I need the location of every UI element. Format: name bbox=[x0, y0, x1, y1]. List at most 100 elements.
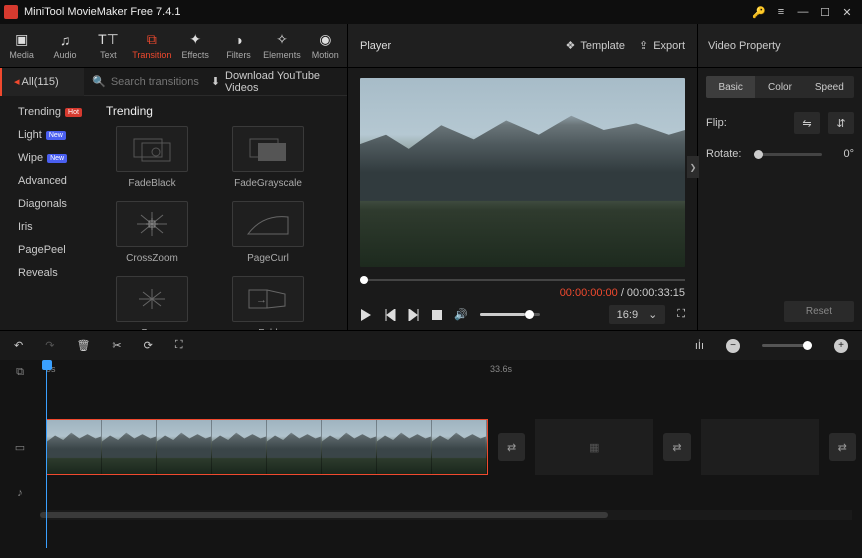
cat-light[interactable]: LightNew bbox=[18, 129, 100, 141]
tool-effects[interactable]: ✦Effects bbox=[174, 24, 217, 67]
minimize-button[interactable]: — bbox=[792, 6, 814, 18]
category-list: TrendingHot LightNew WipeNew Advanced Di… bbox=[0, 96, 100, 330]
cat-reveals[interactable]: Reveals bbox=[18, 267, 100, 279]
progress-bar[interactable] bbox=[360, 277, 685, 283]
tool-text[interactable]: T⊤Text bbox=[87, 24, 130, 67]
timeline-ruler[interactable]: 0s 33.6s bbox=[40, 360, 862, 384]
time-current: 00:00:00:00 bbox=[560, 287, 618, 299]
crop-button[interactable]: ⛶ bbox=[175, 339, 183, 352]
tool-media[interactable]: ▣Media bbox=[0, 24, 43, 67]
volume-icon[interactable]: 🔊 bbox=[454, 308, 468, 321]
zoom-in-button[interactable]: + bbox=[834, 339, 848, 353]
property-panel: Basic Color Speed Flip: ⇋ ⇵ Rotate: 0° R… bbox=[697, 68, 862, 330]
key-icon[interactable]: 🔑 bbox=[748, 6, 770, 19]
transition-slot-2[interactable]: ⇄ bbox=[663, 433, 691, 461]
cat-pagepeel[interactable]: PagePeel bbox=[18, 244, 100, 256]
tool-elements[interactable]: ✧Elements bbox=[260, 24, 303, 67]
transition-slot-3[interactable]: ⇄ bbox=[829, 433, 857, 461]
main-toolbar: ▣Media ♫Audio T⊤Text ⧉Transition ✦Effect… bbox=[0, 24, 347, 67]
cat-diagonals[interactable]: Diagonals bbox=[18, 198, 100, 210]
video-clip[interactable] bbox=[46, 419, 488, 475]
cat-advanced[interactable]: Advanced bbox=[18, 175, 100, 187]
app-title: MiniTool MovieMaker Free 7.4.1 bbox=[24, 6, 748, 18]
maximize-button[interactable]: ☐ bbox=[814, 6, 836, 19]
download-youtube-link[interactable]: ⬇Download YouTube Videos bbox=[211, 70, 347, 94]
thumb-fadegrayscale[interactable]: FadeGrayscale bbox=[222, 126, 314, 189]
grid-title: Trending bbox=[106, 104, 339, 118]
rotate-slider[interactable] bbox=[754, 153, 822, 156]
split-button[interactable]: ✂ bbox=[112, 339, 121, 352]
template-icon: ❖ bbox=[565, 39, 575, 52]
time-total: 00:00:33:15 bbox=[627, 287, 685, 299]
playhead[interactable] bbox=[46, 360, 47, 548]
timeline: ⧉ 0s 33.6s ▭ ⇄ ▦ ⇄ ⇄ ♪ bbox=[0, 360, 862, 558]
download-icon: ⬇ bbox=[211, 75, 220, 88]
tab-speed[interactable]: Speed bbox=[805, 76, 854, 98]
cat-iris[interactable]: Iris bbox=[18, 221, 100, 233]
tool-transition[interactable]: ⧉Transition bbox=[130, 24, 173, 67]
tab-all[interactable]: ◂All(115) bbox=[0, 68, 84, 96]
tool-audio[interactable]: ♫Audio bbox=[43, 24, 86, 67]
stop-button[interactable] bbox=[432, 310, 442, 320]
media-panel: ◂All(115) 🔍 ⬇Download YouTube Videos Tre… bbox=[0, 68, 347, 330]
svg-text:→: → bbox=[256, 294, 267, 306]
delete-button[interactable]: 🗑 bbox=[76, 339, 90, 352]
flip-vertical-button[interactable]: ⇵ bbox=[828, 112, 854, 134]
thumb-fold[interactable]: →Fold bbox=[222, 276, 314, 330]
close-button[interactable]: ✕ bbox=[836, 6, 858, 19]
play-button[interactable] bbox=[360, 309, 372, 321]
cat-trending[interactable]: TrendingHot bbox=[18, 106, 100, 118]
thumb-burn[interactable]: Burn bbox=[106, 276, 198, 330]
thumb-pagecurl[interactable]: PageCurl bbox=[222, 201, 314, 264]
template-button[interactable]: ❖Template bbox=[565, 39, 625, 52]
rotate-label: Rotate: bbox=[706, 148, 746, 160]
prev-frame-button[interactable] bbox=[384, 309, 396, 321]
search-wrap: 🔍 bbox=[84, 75, 211, 88]
video-track-icon[interactable]: ▭ bbox=[0, 441, 40, 454]
player-title: Player bbox=[360, 40, 551, 52]
next-frame-button[interactable] bbox=[408, 309, 420, 321]
timeline-toolbar: ↶ ↷ 🗑 ✂ ⟳ ⛶ ıİı − + bbox=[0, 330, 862, 360]
speed-button[interactable]: ⟳ bbox=[144, 339, 153, 352]
export-icon: ⇪ bbox=[639, 39, 648, 52]
snap-button[interactable]: ıİı bbox=[695, 340, 704, 352]
search-input[interactable] bbox=[111, 76, 211, 88]
flip-horizontal-button[interactable]: ⇋ bbox=[794, 112, 820, 134]
aspect-ratio-select[interactable]: 16:9⌄ bbox=[609, 305, 666, 324]
cat-wipe[interactable]: WipeNew bbox=[18, 152, 100, 164]
thumb-crosszoom[interactable]: CrossZoom bbox=[106, 201, 198, 264]
layers-icon[interactable]: ⧉ bbox=[0, 360, 40, 384]
timeline-scrollbar[interactable] bbox=[0, 510, 862, 520]
undo-button[interactable]: ↶ bbox=[14, 339, 23, 352]
rotate-value: 0° bbox=[830, 148, 854, 160]
tab-basic[interactable]: Basic bbox=[706, 76, 755, 98]
tab-color[interactable]: Color bbox=[755, 76, 804, 98]
collapse-props-button[interactable]: ❯ bbox=[687, 156, 699, 178]
transition-slot-1[interactable]: ⇄ bbox=[498, 433, 526, 461]
zoom-out-button[interactable]: − bbox=[726, 339, 740, 353]
fullscreen-button[interactable]: ⛶ bbox=[677, 308, 685, 321]
video-preview[interactable] bbox=[360, 78, 685, 267]
reset-button[interactable]: Reset bbox=[784, 301, 854, 322]
redo-button[interactable]: ↷ bbox=[45, 339, 54, 352]
thumb-fadeblack[interactable]: FadeBlack bbox=[106, 126, 198, 189]
zoom-slider[interactable] bbox=[762, 344, 812, 347]
mid-row: ◂All(115) 🔍 ⬇Download YouTube Videos Tre… bbox=[0, 68, 862, 330]
volume-slider[interactable] bbox=[480, 313, 540, 316]
export-button[interactable]: ⇪Export bbox=[639, 39, 685, 52]
thumb-grid-wrap: Trending FadeBlack FadeGrayscale CrossZo… bbox=[100, 96, 347, 330]
titlebar: MiniTool MovieMaker Free 7.4.1 🔑 ≡ — ☐ ✕ bbox=[0, 0, 862, 24]
chevron-down-icon: ⌄ bbox=[648, 308, 657, 321]
top-row: ▣Media ♫Audio T⊤Text ⧉Transition ✦Effect… bbox=[0, 24, 862, 68]
audio-track-icon[interactable]: ♪ bbox=[0, 487, 40, 499]
menu-icon[interactable]: ≡ bbox=[770, 6, 792, 18]
flip-label: Flip: bbox=[706, 117, 746, 129]
property-header: Video Property bbox=[697, 24, 862, 67]
search-icon: 🔍 bbox=[92, 75, 106, 88]
empty-clip-slot-1[interactable]: ▦ bbox=[535, 419, 653, 475]
empty-clip-slot-2[interactable] bbox=[701, 419, 819, 475]
player-header: Player ❖Template ⇪Export bbox=[347, 24, 697, 67]
tool-filters[interactable]: ◑Filters bbox=[217, 24, 260, 67]
prop-tabs: Basic Color Speed bbox=[706, 76, 854, 98]
tool-motion[interactable]: ◉Motion bbox=[304, 24, 347, 67]
